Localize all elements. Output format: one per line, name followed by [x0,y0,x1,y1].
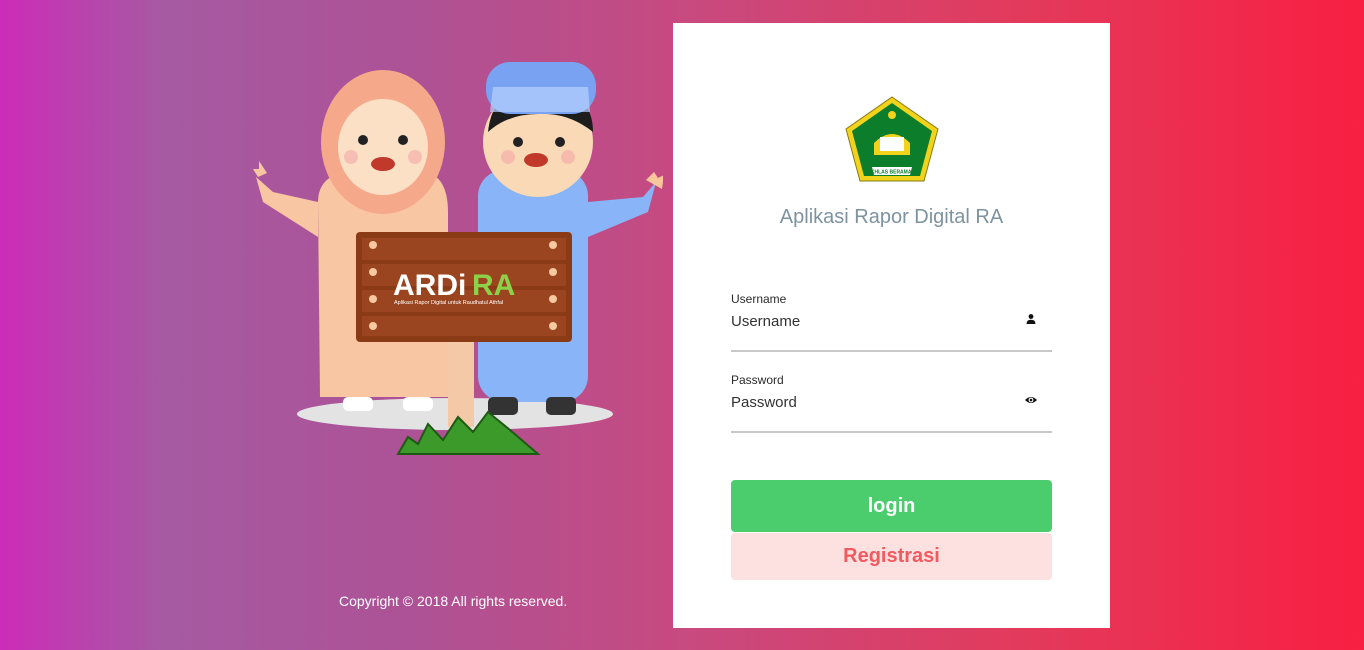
mascot-illustration: ARDi RA Aplikasi Rapor Digital untuk Rau… [248,52,664,462]
password-field: Password [731,373,1052,433]
app-title: Aplikasi Rapor Digital RA [779,206,1004,228]
eye-icon[interactable] [1024,393,1038,407]
login-button[interactable]: login [731,480,1052,532]
username-label: Username [731,292,787,306]
sign-logo-main: ARDi [393,269,466,302]
username-field: Username [731,292,1052,352]
username-input[interactable] [731,308,1011,334]
password-label: Password [731,373,784,387]
user-icon [1024,312,1038,326]
copyright-text: Copyright © 2018 All rights reserved. [339,593,568,609]
sign-subtitle: Aplikasi Rapor Digital untuk Raudhatul A… [394,300,503,306]
login-card: IKHLAS BERAMAL Aplikasi Rapor Digital RA… [673,23,1110,628]
password-input[interactable] [731,389,1011,415]
register-button[interactable]: Registrasi [731,533,1052,580]
sign-logo-accent: RA [472,269,515,302]
emblem-motto: IKHLAS BERAMAL [870,170,915,176]
ministry-emblem-logo: IKHLAS BERAMAL [844,95,940,183]
